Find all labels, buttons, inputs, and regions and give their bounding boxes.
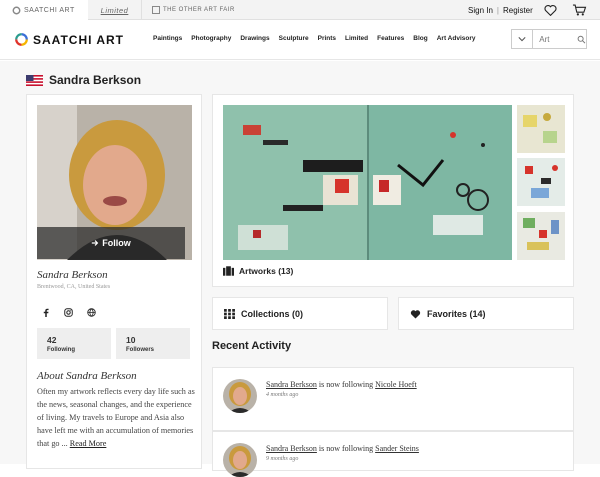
search-icon[interactable] bbox=[577, 35, 586, 44]
following-count: 42 bbox=[47, 335, 57, 345]
sign-in-link[interactable]: Sign In bbox=[468, 6, 493, 15]
profile-photo: Follow bbox=[37, 105, 192, 260]
avatar[interactable] bbox=[223, 443, 257, 477]
artworks-label: Artworks (13) bbox=[239, 266, 294, 276]
nav-paintings[interactable]: Paintings bbox=[153, 35, 182, 42]
featured-artwork[interactable] bbox=[223, 105, 512, 260]
followers-count: 10 bbox=[126, 335, 136, 345]
about-text: Often my artwork reflects every day life… bbox=[37, 385, 197, 450]
favorites-button[interactable]: Favorites (14) bbox=[398, 297, 574, 330]
about-title: About Sandra Berkson bbox=[37, 370, 137, 382]
fair-logo-icon bbox=[152, 6, 160, 14]
nav-blog[interactable]: Blog bbox=[413, 35, 427, 42]
activity-time: 9 months ago bbox=[266, 456, 299, 462]
activity-verb: is now following bbox=[318, 444, 374, 453]
artworks-link[interactable]: Artworks (13) bbox=[223, 266, 293, 276]
activity-verb: is now following bbox=[318, 380, 374, 389]
us-flag-icon bbox=[26, 74, 43, 86]
read-more-link[interactable]: Read More bbox=[70, 439, 107, 448]
search-category-dropdown[interactable] bbox=[512, 30, 534, 48]
tab-limited-label: Limited bbox=[100, 5, 129, 15]
activity-time: 4 months ago bbox=[266, 392, 299, 398]
website-globe-icon[interactable] bbox=[87, 308, 96, 317]
profile-card: Follow Sandra Berkson Brentwood, CA, Uni… bbox=[26, 94, 202, 469]
activity-actor-link[interactable]: Sandra Berkson bbox=[266, 444, 317, 453]
cart-icon[interactable] bbox=[572, 4, 587, 16]
activity-text: Sandra Berkson is now following Sander S… bbox=[266, 444, 419, 453]
collections-label: Collections (0) bbox=[241, 308, 304, 319]
artwork-thumbnail-2[interactable] bbox=[517, 158, 565, 206]
artist-display-name: Sandra Berkson bbox=[37, 269, 108, 281]
logo-wordmark: SAATCHI ART bbox=[33, 32, 124, 47]
following-stat[interactable]: 42 Following bbox=[37, 328, 111, 359]
activity-text: Sandra Berkson is now following Nicole H… bbox=[266, 380, 417, 389]
top-utility-bar: SAATCHI ART Limited THE OTHER ART FAIR S… bbox=[0, 0, 600, 21]
avatar-image bbox=[223, 379, 257, 413]
follow-button[interactable]: Follow bbox=[37, 227, 185, 259]
activity-target-link[interactable]: Nicole Hoeft bbox=[375, 380, 417, 389]
tab-saatchi-art[interactable]: SAATCHI ART bbox=[0, 0, 88, 21]
follow-label: Follow bbox=[102, 238, 131, 248]
artwork-thumbnail-1[interactable] bbox=[517, 105, 565, 153]
avatar[interactable] bbox=[223, 379, 257, 413]
tab-saatchi-label: SAATCHI ART bbox=[24, 7, 75, 14]
artwork-thumbnail-3-image bbox=[517, 212, 565, 260]
nav-prints[interactable]: Prints bbox=[318, 35, 336, 42]
collections-grid-icon bbox=[224, 308, 235, 319]
featured-artwork-image bbox=[223, 105, 512, 260]
favorites-label: Favorites (14) bbox=[427, 308, 486, 319]
artwork-thumbnail-1-image bbox=[517, 105, 565, 153]
activity-item: Sandra Berkson is now following Sander S… bbox=[212, 431, 574, 477]
heart-filled-icon bbox=[410, 309, 421, 319]
register-link[interactable]: Register bbox=[503, 6, 533, 15]
nav-features[interactable]: Features bbox=[377, 35, 404, 42]
artworks-card: Artworks (13) bbox=[212, 94, 574, 287]
tab-fair-label: THE OTHER ART FAIR bbox=[163, 7, 235, 13]
main-navigation: SAATCHI ART Paintings Photography Drawin… bbox=[0, 20, 600, 60]
saatchi-logo[interactable]: SAATCHI ART bbox=[14, 32, 124, 47]
artwork-thumbnail-2-image bbox=[517, 158, 565, 206]
artist-profile-page: Sandra Berkson Follow Sandra Berkson Bre… bbox=[0, 61, 600, 477]
artwork-thumbnail-3[interactable] bbox=[517, 212, 565, 260]
arrow-right-icon bbox=[92, 240, 99, 246]
tab-limited[interactable]: Limited bbox=[88, 0, 142, 20]
chevron-down-icon bbox=[518, 37, 526, 42]
saatchi-ring-icon bbox=[15, 33, 28, 46]
nav-sculpture[interactable]: Sculpture bbox=[279, 35, 309, 42]
facebook-icon[interactable] bbox=[42, 308, 50, 317]
followers-label: Followers bbox=[126, 347, 155, 353]
nav-art-advisory[interactable]: Art Advisory bbox=[437, 35, 476, 42]
page-title: Sandra Berkson bbox=[49, 73, 142, 87]
collections-button[interactable]: Collections (0) bbox=[212, 297, 388, 330]
saatchi-logo-icon bbox=[12, 6, 21, 15]
heart-icon[interactable] bbox=[544, 4, 557, 16]
recent-activity-title: Recent Activity bbox=[212, 340, 292, 352]
activity-actor-link[interactable]: Sandra Berkson bbox=[266, 380, 317, 389]
artworks-grid-icon bbox=[223, 266, 234, 276]
auth-links: Sign In | Register bbox=[468, 0, 533, 20]
avatar-image bbox=[223, 443, 257, 477]
activity-item: Sandra Berkson is now following Nicole H… bbox=[212, 367, 574, 431]
artist-location: Brentwood, CA, United States bbox=[37, 284, 111, 290]
nav-links: Paintings Photography Drawings Sculpture… bbox=[153, 35, 485, 42]
following-label: Following bbox=[47, 347, 75, 353]
nav-limited[interactable]: Limited bbox=[345, 35, 368, 42]
search-box bbox=[511, 29, 587, 49]
nav-drawings[interactable]: Drawings bbox=[240, 35, 269, 42]
tab-other-art-fair[interactable]: THE OTHER ART FAIR bbox=[152, 0, 235, 20]
nav-photography[interactable]: Photography bbox=[191, 35, 231, 42]
followers-stat[interactable]: 10 Followers bbox=[116, 328, 190, 359]
profile-header: Sandra Berkson bbox=[26, 73, 141, 87]
auth-separator: | bbox=[496, 5, 499, 15]
activity-target-link[interactable]: Sander Steins bbox=[375, 444, 419, 453]
about-body: Often my artwork reflects every day life… bbox=[37, 387, 195, 448]
search-input[interactable] bbox=[539, 34, 576, 44]
instagram-icon[interactable] bbox=[64, 308, 73, 317]
